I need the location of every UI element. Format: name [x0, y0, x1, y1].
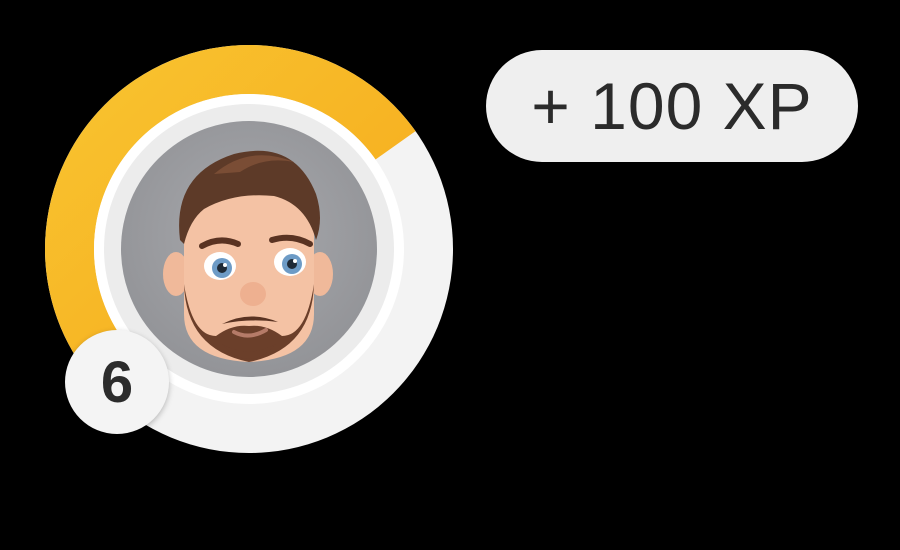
xp-reward-screen: 6 + 100 XP — [0, 0, 900, 550]
profile-level-ring[interactable]: 6 — [44, 44, 454, 454]
xp-reward-pill: + 100 XP — [486, 50, 858, 162]
level-badge: 6 — [65, 330, 169, 434]
